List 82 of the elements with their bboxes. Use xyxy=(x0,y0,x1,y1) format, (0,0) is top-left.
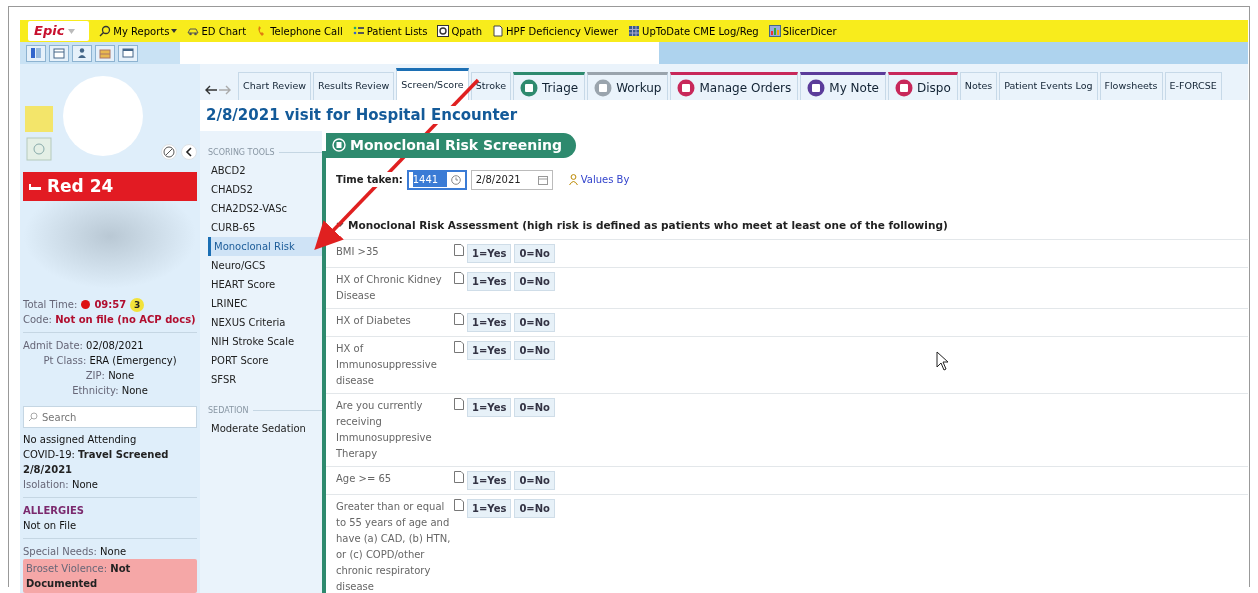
answer-option[interactable]: 0=No xyxy=(514,499,555,519)
tab[interactable]: Screen/Score xyxy=(396,68,469,100)
tab[interactable]: Dispo xyxy=(888,72,958,100)
encounter-title: 2/8/2021 visit for Hospital Encounter xyxy=(206,106,518,124)
answer-option[interactable]: 1=Yes xyxy=(467,471,512,491)
question-label: HX of Diabetes xyxy=(336,314,412,329)
answer-option[interactable]: 0=No xyxy=(514,398,555,418)
scoring-tool-item[interactable]: CHA2DS2-VASc xyxy=(208,198,322,218)
answer-option[interactable]: 1=Yes xyxy=(467,499,512,519)
scoring-tool-item[interactable]: LRINEC xyxy=(208,293,322,313)
timer-value: 09:57 xyxy=(94,298,127,312)
toolbar-button[interactable]: ED Chart xyxy=(187,23,247,39)
answer-option[interactable]: 1=Yes xyxy=(467,244,512,264)
scoring-tool-item[interactable]: Moderate Sedation xyxy=(208,418,322,438)
toolbar-button[interactable]: My Reports xyxy=(99,23,178,39)
scoring-tool-item[interactable]: CURB-65 xyxy=(208,217,322,237)
toolbar-button[interactable]: Patient Lists xyxy=(352,23,428,39)
answer-option[interactable]: 0=No xyxy=(514,341,555,361)
epic-menu-button[interactable]: Epic xyxy=(28,21,90,41)
form-title: Monoclonal Risk Screening xyxy=(350,135,563,155)
count-badge: 3 xyxy=(130,297,145,312)
section-heading: Monoclonal Risk Assessment (high risk is defined as patients who meet at least one of the following) xyxy=(348,217,948,233)
answer-option[interactable]: 0=No xyxy=(514,313,555,333)
tab[interactable]: Stroke xyxy=(470,72,511,100)
answer-option[interactable]: 1=Yes xyxy=(467,398,512,418)
answer-option[interactable]: 0=No xyxy=(514,272,555,292)
question-label: Greater than or equal to 55 years of age and have (a) CAD, (b) HTN, or (c) COPD/other chronic respiratory disease xyxy=(336,500,452,593)
patient-field: Isolation: None xyxy=(23,477,197,492)
tab[interactable]: Triage xyxy=(513,72,586,100)
answer-option[interactable]: 1=Yes xyxy=(467,313,512,333)
attending-text: No assigned Attending xyxy=(23,433,138,447)
scoring-tool-item[interactable]: Neuro/GCS xyxy=(208,255,322,275)
time-field[interactable]: 1441 xyxy=(406,169,467,190)
answer-option[interactable]: 0=No xyxy=(514,471,555,491)
unit-label: Red 24 xyxy=(47,174,114,198)
field-label: Time taken: xyxy=(336,172,403,187)
field-label: Total Time: xyxy=(23,298,78,312)
section-heading: ALLERGIES xyxy=(23,504,85,518)
scoring-tool-item[interactable]: Monoclonal Risk xyxy=(208,236,322,256)
scoring-tool-item[interactable]: ABCD2 xyxy=(208,160,322,180)
patient-field: COVID-19: Travel Screened 2/8/2021 xyxy=(23,447,197,477)
patient-field: Ethnicity: None xyxy=(23,383,197,398)
answer-option[interactable]: 1=Yes xyxy=(467,341,512,361)
tab[interactable]: E-FORCSE xyxy=(1164,72,1222,100)
tab[interactable]: Chart Review xyxy=(238,72,312,100)
toolbar-button[interactable]: HPF Deficiency Viewer xyxy=(492,23,619,39)
question-label: HX of Immunosuppressive disease xyxy=(336,342,438,389)
answer-option[interactable]: 0=No xyxy=(514,244,555,264)
question-label: Are you currently receiving Immunosuppresive Therapy xyxy=(336,399,433,462)
patient-field: Broset Violence: Not Documented xyxy=(23,559,197,593)
toolbar-button[interactable]: Qpath xyxy=(437,23,483,39)
tab[interactable]: Flowsheets xyxy=(1099,72,1163,100)
patient-field: Special Needs: None xyxy=(23,544,197,559)
tab[interactable]: My Note xyxy=(800,72,886,100)
tab[interactable]: Manage Orders xyxy=(670,72,799,100)
scoring-tool-item[interactable]: NIH Stroke Scale xyxy=(208,331,322,351)
allergies-value: Not on File xyxy=(23,519,78,533)
patient-field: ZIP: None xyxy=(23,368,197,383)
date-field[interactable]: 2/8/2021 xyxy=(470,169,553,190)
tab[interactable]: Notes xyxy=(959,72,998,100)
tab[interactable]: Results Review xyxy=(313,72,395,100)
values-by-link[interactable]: Values By xyxy=(564,172,634,187)
patient-field: Code: Not on file (no ACP docs) xyxy=(23,312,197,327)
patient-field: Admit Date: 02/08/2021 xyxy=(23,338,197,353)
toolbar-button[interactable]: UpToDate CME Log/Reg xyxy=(628,23,759,39)
tab[interactable]: Patient Events Log xyxy=(999,72,1098,100)
question-label: Age >= 65 xyxy=(336,472,393,487)
search-field[interactable]: Search xyxy=(23,406,197,428)
answer-option[interactable]: 1=Yes xyxy=(467,272,512,292)
scoring-tool-item[interactable]: NEXUS Criteria xyxy=(208,312,322,332)
toolbar-button[interactable]: SlicerDicer xyxy=(768,23,837,39)
section-heading: SEDATION xyxy=(208,404,322,417)
patient-field: Pt Class: ERA (Emergency) xyxy=(23,353,197,368)
question-label: BMI >35 xyxy=(336,245,380,260)
section-heading: SCORING TOOLS xyxy=(208,146,322,159)
toolbar-button[interactable]: Telephone Call xyxy=(256,23,343,39)
tab[interactable]: Workup xyxy=(587,72,669,100)
scoring-tool-item[interactable]: SFSR xyxy=(208,369,322,389)
scoring-tool-item[interactable]: PORT Score xyxy=(208,350,322,370)
scoring-tool-item[interactable]: CHADS2 xyxy=(208,179,322,199)
scoring-tool-item[interactable]: HEART Score xyxy=(208,274,322,294)
question-label: HX of Chronic Kidney Disease xyxy=(336,273,443,304)
